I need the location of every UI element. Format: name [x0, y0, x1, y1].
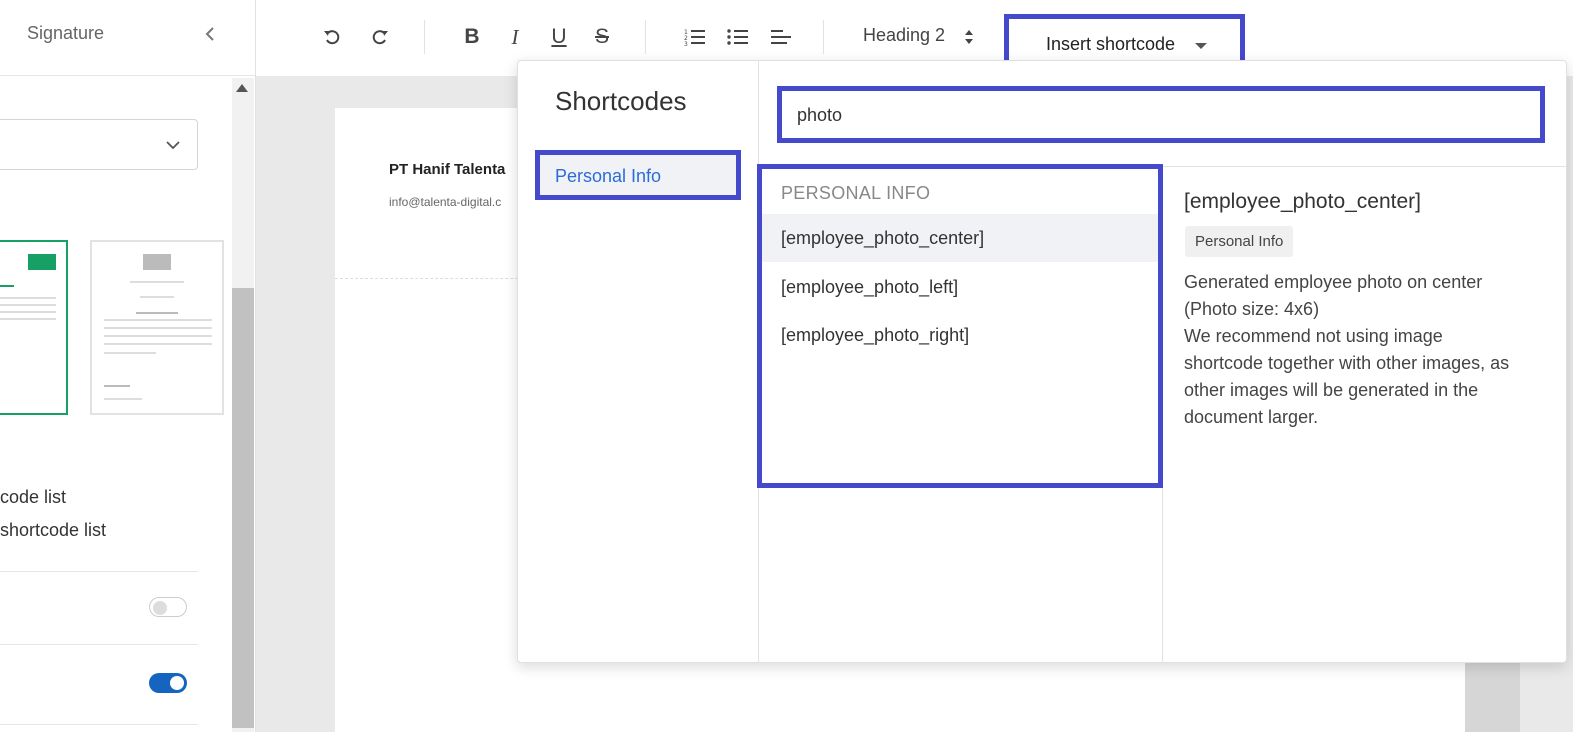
list-item[interactable]: [employee_photo_right] [762, 311, 1158, 359]
chevron-left-icon[interactable] [200, 22, 220, 46]
divider [0, 571, 198, 572]
bold-icon[interactable]: B [459, 24, 485, 50]
list-item-label: [employee_photo_right] [781, 325, 970, 345]
toolbar-separator [645, 20, 646, 54]
insert-shortcode-button[interactable]: Insert shortcode [1004, 14, 1245, 65]
template-logo-block [143, 254, 171, 270]
detail-description: Generated employee photo on center (Phot… [1184, 269, 1554, 431]
detail-description-line: other images will be generated in the [1184, 380, 1479, 400]
template-bar [104, 352, 156, 354]
template-bar [104, 319, 212, 321]
insert-shortcode-label: Insert shortcode [1046, 34, 1176, 54]
template-card-selected[interactable] [0, 240, 68, 415]
list-item-label: [employee_photo_left] [781, 277, 959, 297]
template-bar [104, 327, 212, 329]
shortcode-search-box[interactable] [777, 86, 1545, 143]
shortcodes-title: Shortcodes [555, 86, 687, 116]
template-bar [104, 398, 142, 400]
ordered-list-icon[interactable]: 123 [682, 24, 708, 50]
sort-arrows-icon[interactable] [963, 28, 975, 46]
svg-text:3: 3 [684, 41, 688, 47]
divider [0, 644, 198, 645]
toolbar-separator [424, 20, 425, 54]
bullet-list-icon[interactable] [725, 24, 751, 50]
scroll-up-icon[interactable] [236, 84, 248, 92]
chevron-down-icon [165, 137, 181, 153]
template-bar [104, 343, 212, 345]
template-bar [0, 304, 56, 306]
caret-down-icon [1195, 43, 1207, 49]
shortcode-list-text: shortcode list [0, 520, 107, 540]
template-bar [0, 311, 56, 313]
list-item[interactable]: [employee_photo_left] [762, 263, 1158, 311]
app-root: Signature code list shortcode list PT Ha… [0, 0, 1573, 732]
document-company: PT Hanif Talenta [389, 161, 506, 178]
template-bar [130, 281, 184, 283]
shortcode-list: PERSONAL INFO [employee_photo_center] [e… [757, 164, 1163, 488]
template-bar [104, 335, 212, 337]
template-bar [140, 296, 174, 298]
toggle-knob [170, 676, 184, 690]
detail-description-line: We recommend not using image [1184, 326, 1443, 346]
toggle-off[interactable] [149, 597, 187, 617]
detail-description-line: Generated employee photo on center [1184, 272, 1483, 292]
detail-description-line: shortcode together with other images, as [1184, 353, 1510, 373]
toggle-knob [153, 601, 167, 615]
scrollbar-thumb[interactable] [232, 288, 254, 728]
template-bar [136, 312, 178, 314]
document-email: info@talenta-digital.c [389, 195, 502, 209]
template-bar [0, 297, 56, 299]
template-bar [104, 385, 130, 387]
align-left-icon[interactable] [768, 24, 794, 50]
shortcode-list-text: code list [0, 487, 67, 507]
category-label: Personal Info [555, 166, 662, 186]
divider [0, 724, 198, 725]
italic-icon[interactable]: I [502, 24, 528, 50]
shortcode-search-input[interactable] [797, 101, 1517, 129]
category-personal-info[interactable]: Personal Info [535, 150, 741, 200]
toggle-on[interactable] [149, 673, 187, 693]
toolbar-separator [823, 20, 824, 54]
underline-icon[interactable]: U [546, 24, 572, 50]
list-heading: PERSONAL INFO [781, 183, 931, 203]
redo-icon[interactable] [367, 24, 393, 50]
heading-select[interactable]: Heading 2 [863, 25, 945, 46]
list-item-label: [employee_photo_center] [781, 228, 985, 248]
detail-description-line: document larger. [1184, 407, 1319, 427]
detail-description-line: (Photo size: 4x6) [1184, 299, 1320, 319]
left-panel-header: Signature [0, 0, 255, 76]
template-bar [0, 318, 56, 320]
panel-title: Signature [27, 23, 105, 43]
template-logo-block [28, 254, 56, 270]
template-card[interactable] [90, 240, 224, 415]
undo-icon[interactable] [319, 24, 345, 50]
detail-title: [employee_photo_center] [1184, 190, 1421, 213]
template-bar [0, 285, 14, 287]
detail-category-tag: Personal Info [1185, 226, 1294, 257]
strikethrough-icon[interactable]: S [589, 24, 615, 50]
template-select[interactable] [0, 119, 198, 170]
list-item[interactable]: [employee_photo_center] [762, 214, 1158, 262]
left-panel: Signature code list shortcode list [0, 0, 256, 732]
